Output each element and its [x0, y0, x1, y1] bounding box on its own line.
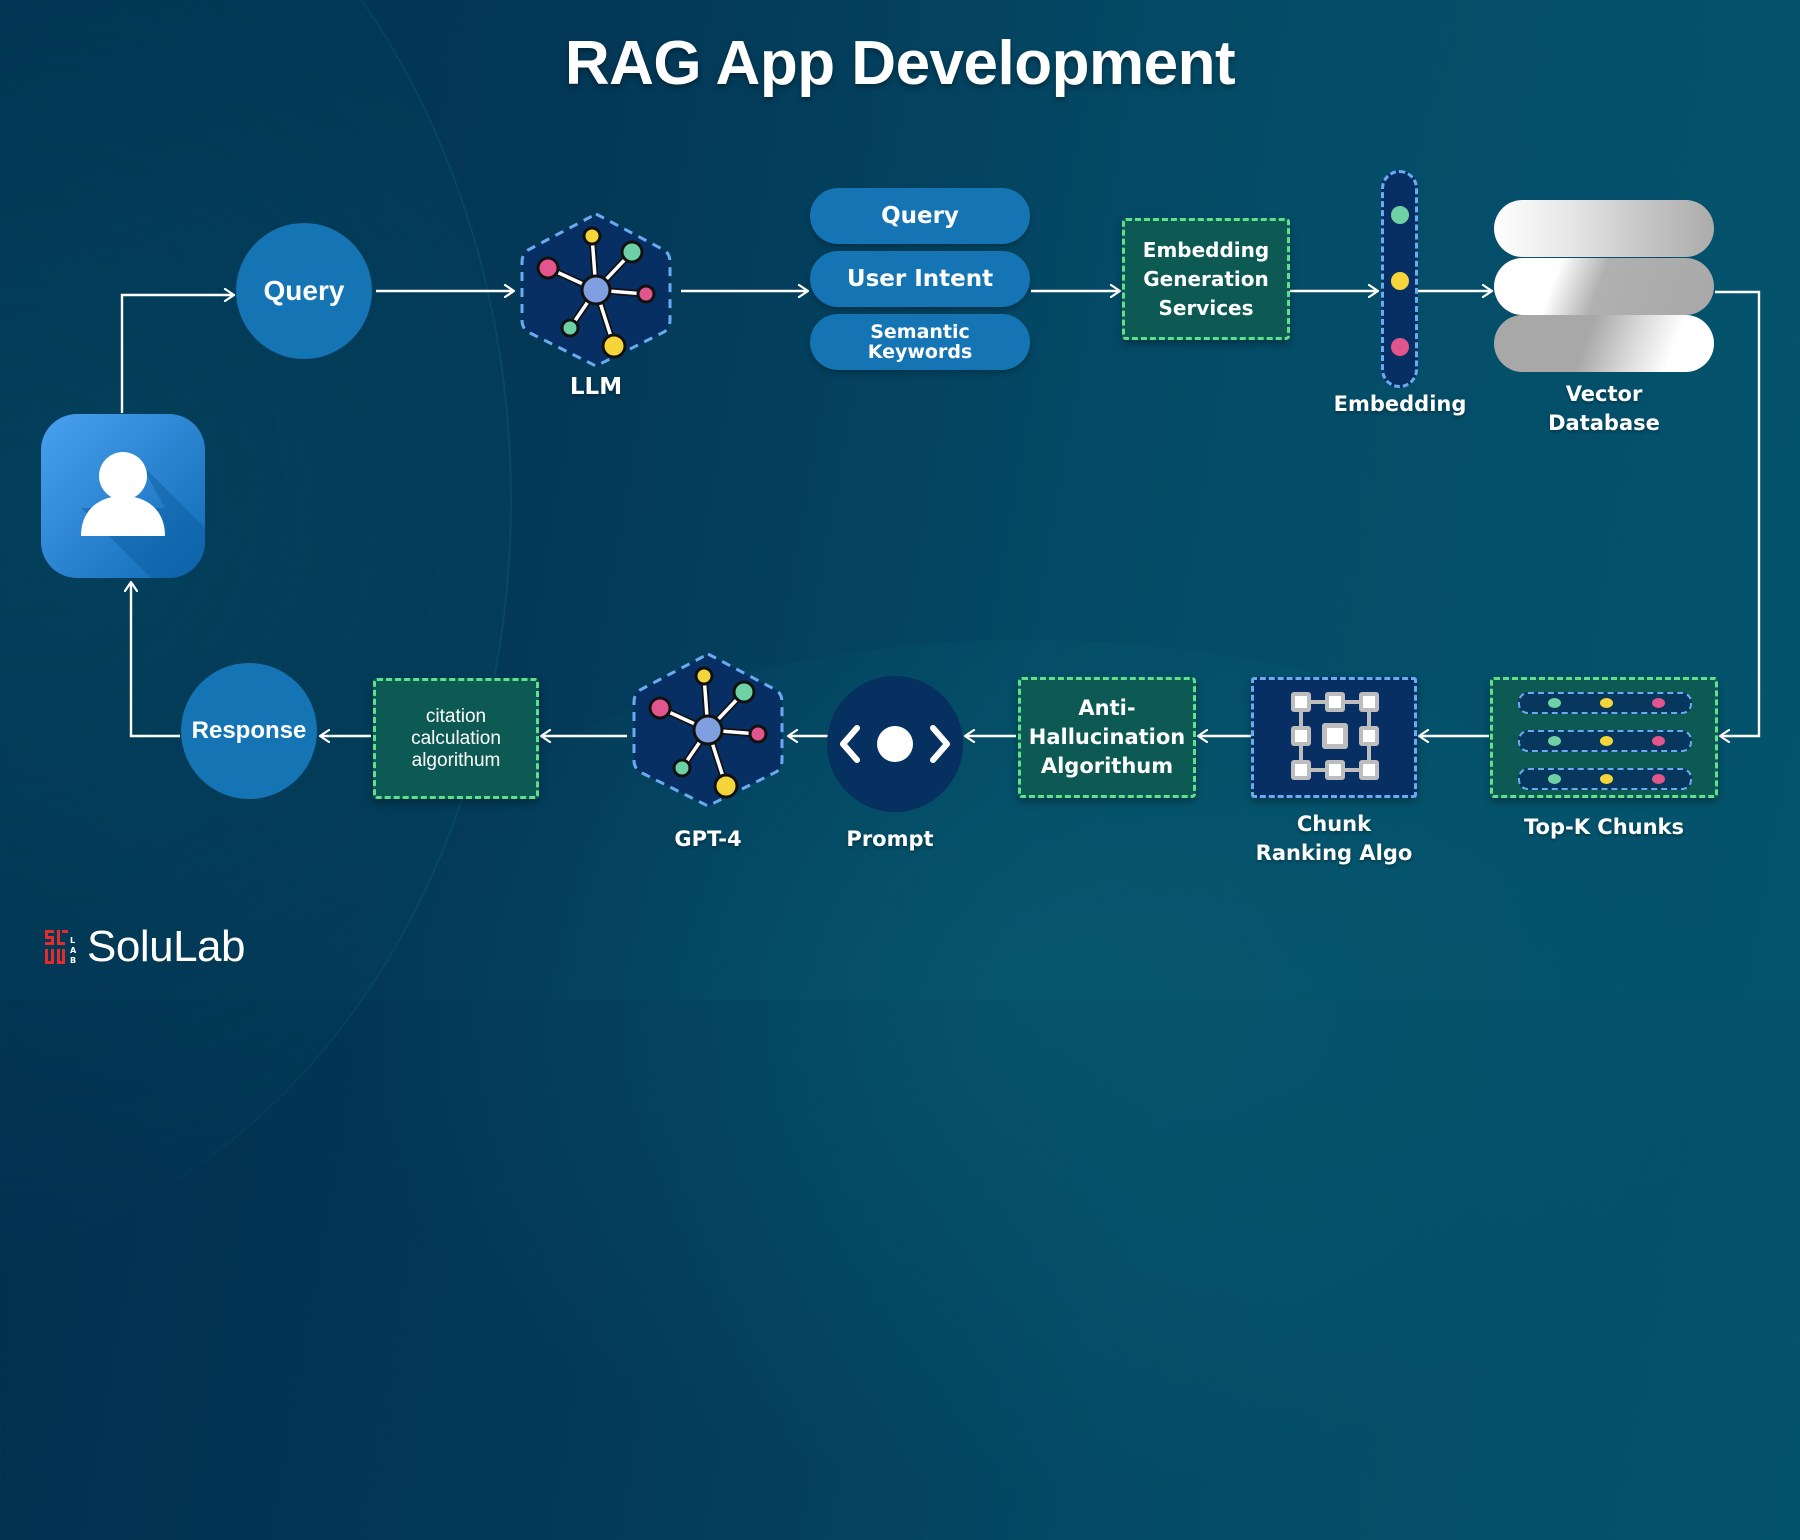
solulab-logo-text: SoluLab [87, 922, 245, 971]
anti-hallucination-node: Anti- Hallucination Algorithum [1018, 677, 1196, 798]
connector-response-to-user [131, 582, 180, 738]
stack-pill-user-intent: User Intent [810, 251, 1030, 307]
stack-pill-user-intent-label: User Intent [846, 266, 994, 292]
stack-pill-semantic-keywords: Semantic Keywords [810, 314, 1030, 370]
citation-label-line: calculation [411, 727, 501, 749]
gpt4-node [628, 650, 788, 810]
network-node [560, 318, 580, 338]
anti-hallucination-label-line: Hallucination [1028, 725, 1186, 749]
stack-pill-query: Query [810, 188, 1030, 244]
prompt-node [827, 676, 963, 812]
gpt4-label: GPT-4 [674, 827, 742, 851]
embedding-generation-label-line: Embedding [1142, 237, 1270, 262]
solulab-logo-mark-icon: L A B [45, 930, 77, 964]
chunk-dot-yellow [1600, 736, 1613, 746]
network-icon [520, 212, 672, 368]
citation-calculation-node: citation calculation algorithum [373, 678, 539, 799]
chunk-row [1518, 692, 1692, 714]
connector-user-to-query [120, 295, 234, 413]
anti-hallucination-label-line: Anti- [1078, 696, 1136, 720]
network-node [694, 666, 714, 686]
embedding-dot-yellow [1391, 272, 1409, 290]
chunk-ranking-label-line: Chunk [1296, 812, 1372, 836]
top-k-chunks-node [1490, 677, 1718, 798]
anti-hallucination-label-line: Algorithum [1040, 754, 1174, 778]
response-node: Response [181, 663, 317, 799]
database-icon-layer [1494, 258, 1714, 315]
chunk-dot-yellow [1600, 698, 1613, 708]
database-icon-layer [1494, 200, 1714, 257]
top-k-chunks-label: Top-K Chunks [1523, 815, 1685, 839]
chunk-ranking-label: Chunk Ranking Algo [1230, 810, 1438, 868]
network-node [582, 226, 602, 246]
network-node [732, 680, 756, 704]
connector-db-to-topk [1715, 290, 1761, 736]
embedding-generation-node: Embedding Generation Services [1122, 218, 1290, 340]
stack-pill-query-label: Query [881, 203, 959, 229]
chunk-dot-green [1548, 736, 1561, 746]
chunk-row [1518, 768, 1692, 790]
chunk-ranking-node [1251, 677, 1417, 798]
embedding-node [1381, 170, 1418, 388]
query-node: Query [236, 223, 372, 359]
network-node [601, 333, 627, 359]
user-icon [41, 414, 205, 578]
network-hub [580, 274, 612, 306]
network-node [713, 773, 739, 799]
network-node [620, 240, 644, 264]
embedding-generation-label-line: Generation [1143, 266, 1269, 291]
chunk-dot-pink [1652, 736, 1665, 746]
vector-database-label-line: Vector [1565, 382, 1643, 406]
embedding-generation-label-line: Services [1158, 295, 1254, 320]
network-node [636, 284, 656, 304]
response-label: Response [191, 717, 307, 744]
chunk-row [1518, 730, 1692, 752]
embedding-dot-pink [1391, 338, 1409, 356]
chunk-dot-pink [1652, 774, 1665, 784]
citation-label-line: algorithum [411, 749, 501, 771]
network-node [648, 696, 672, 720]
logo-mark-letter: A [70, 946, 77, 955]
llm-node [516, 210, 676, 370]
network-node [672, 758, 692, 778]
database-icon-layer [1494, 315, 1714, 372]
grid-nodes-icon [1291, 692, 1379, 780]
chunk-dot-green [1548, 698, 1561, 708]
network-icon [632, 652, 784, 808]
llm-label: LLM [569, 374, 623, 400]
logo-mark-letter: B [70, 956, 76, 964]
embedding-dot-green [1391, 206, 1409, 224]
citation-label-line: citation [425, 705, 487, 727]
stack-pill-semantic-keywords-label: Semantic Keywords [867, 321, 973, 363]
user-node [41, 414, 205, 578]
network-node [536, 256, 560, 280]
code-brackets-icon [840, 725, 950, 763]
chunk-ranking-label-line: Ranking Algo [1255, 841, 1413, 865]
vector-database-label-line: Database [1548, 411, 1660, 435]
network-node [748, 724, 768, 744]
query-label: Query [263, 275, 345, 306]
embedding-label: Embedding [1333, 392, 1467, 416]
chunk-dot-green [1548, 774, 1561, 784]
solulab-logo: L A B SoluLab [45, 922, 245, 971]
logo-mark-letter: L [70, 936, 75, 945]
prompt-label: Prompt [846, 827, 934, 851]
vector-database-label: Vector Database [1494, 380, 1714, 438]
chunk-dot-yellow [1600, 774, 1613, 784]
network-hub [692, 714, 724, 746]
chunk-dot-pink [1652, 698, 1665, 708]
